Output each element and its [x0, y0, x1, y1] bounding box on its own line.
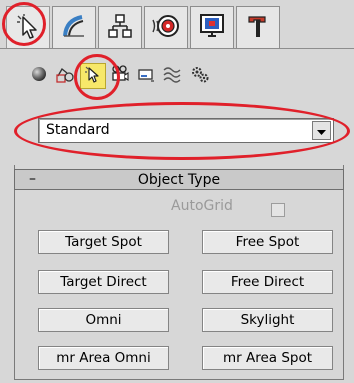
free-direct-button[interactable]: Free Direct: [202, 270, 333, 294]
hammer-icon: [244, 12, 272, 44]
shapes-button[interactable]: [52, 63, 78, 89]
modify-icon: [60, 12, 88, 44]
rollout-title: Object Type: [137, 172, 221, 188]
free-spot-button[interactable]: Free Spot: [202, 230, 333, 254]
motion-tab[interactable]: [144, 6, 188, 48]
helper-icon: [136, 64, 156, 88]
target-spot-button[interactable]: Target Spot: [38, 230, 169, 254]
gears-icon: [189, 64, 211, 88]
dropdown-arrow-button[interactable]: [312, 121, 331, 140]
hierarchy-icon: [106, 12, 134, 44]
mr-area-spot-button[interactable]: mr Area Spot: [202, 346, 333, 370]
cameras-button[interactable]: [107, 63, 133, 89]
target-direct-button[interactable]: Target Direct: [38, 270, 169, 294]
camera-icon: [110, 64, 130, 88]
space-warps-button[interactable]: [160, 63, 186, 89]
modify-tab[interactable]: [52, 6, 96, 48]
display-tab[interactable]: [190, 6, 234, 48]
sphere-icon: [30, 65, 48, 87]
light-icon: [83, 64, 103, 88]
helpers-button[interactable]: [133, 63, 159, 89]
create-icon: [14, 12, 42, 44]
chevron-down-icon: [317, 121, 326, 140]
category-dropdown-value: Standard: [46, 122, 110, 138]
mr-area-omni-button[interactable]: mr Area Omni: [38, 346, 169, 370]
wave-icon: [162, 64, 184, 88]
geometry-button[interactable]: [26, 63, 52, 89]
autogrid-label: AutoGrid: [171, 198, 233, 214]
skylight-button[interactable]: Skylight: [202, 308, 333, 332]
create-tab[interactable]: [6, 6, 50, 48]
utilities-tab[interactable]: [236, 6, 280, 48]
lights-button[interactable]: [80, 63, 106, 89]
motion-icon: [151, 12, 181, 44]
omni-button[interactable]: Omni: [38, 308, 169, 332]
shapes-icon: [55, 64, 75, 88]
systems-button[interactable]: [187, 63, 213, 89]
object-type-rollout-header[interactable]: – Object Type: [14, 169, 344, 190]
autogrid-checkbox[interactable]: [271, 203, 285, 217]
tab-bar-baseline: [0, 48, 354, 49]
category-dropdown[interactable]: Standard: [38, 118, 334, 143]
hierarchy-tab[interactable]: [98, 6, 142, 48]
display-icon: [198, 12, 226, 44]
